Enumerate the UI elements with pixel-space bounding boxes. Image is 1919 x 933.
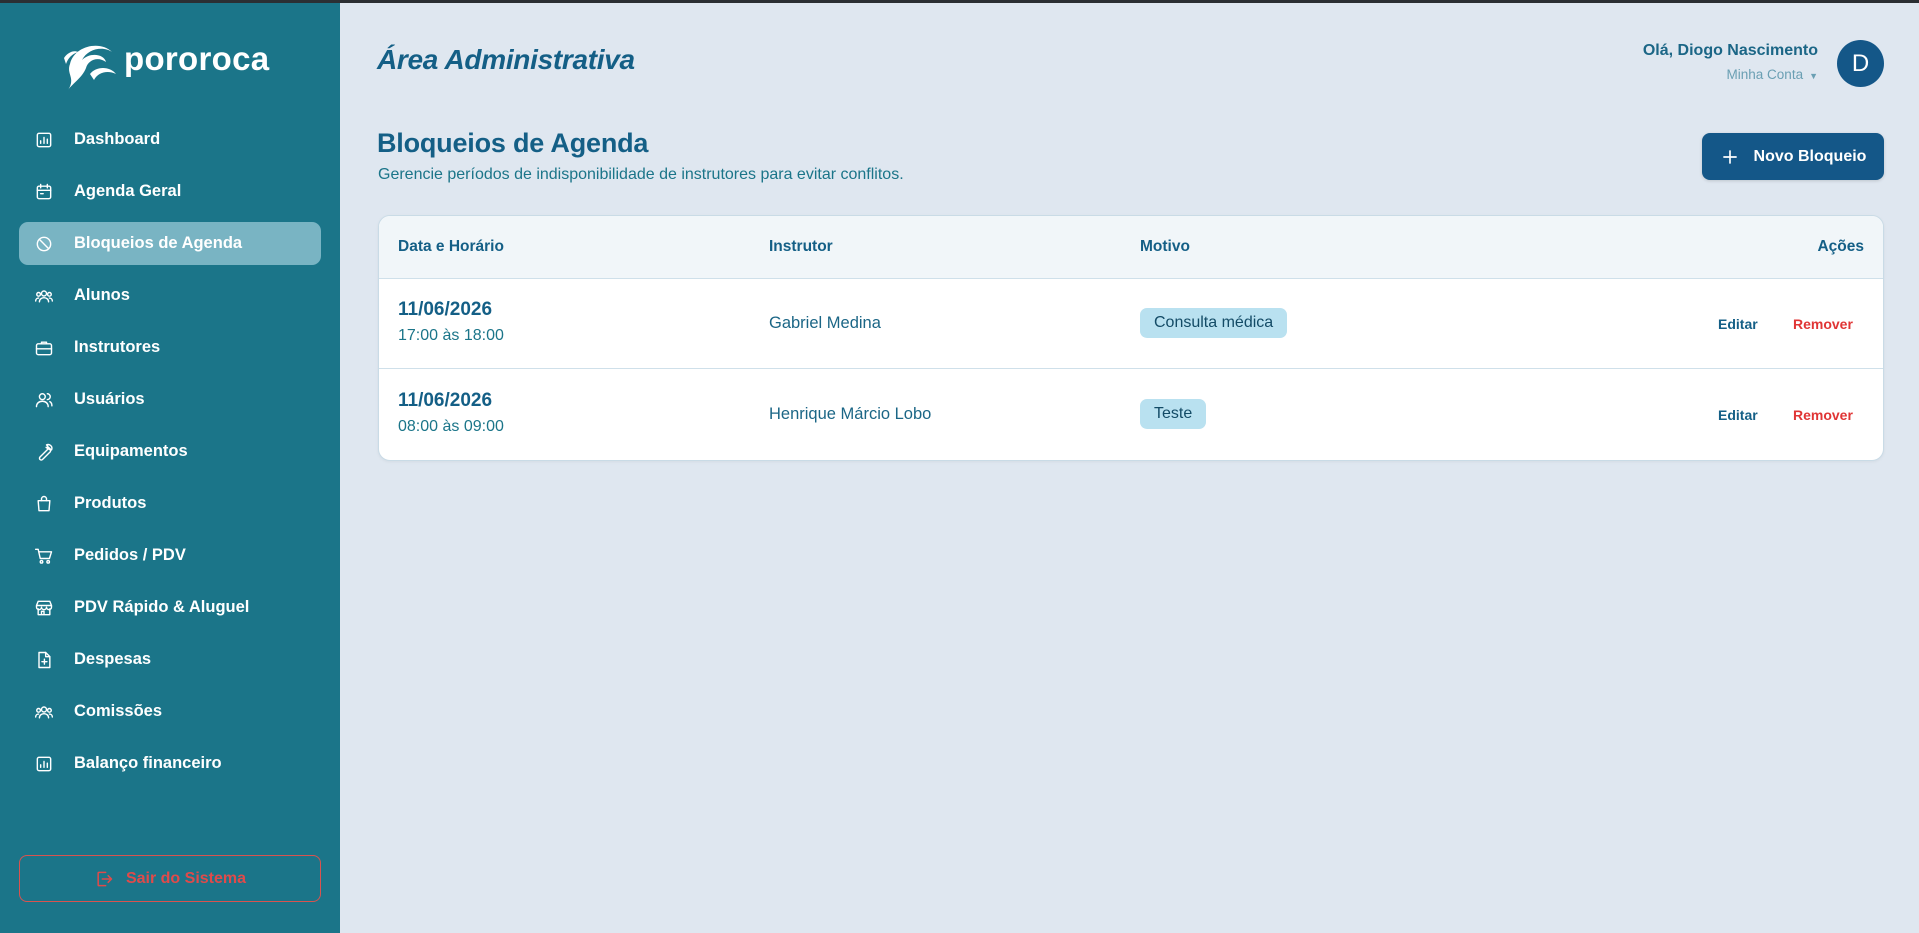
logout-button[interactable]: Sair do Sistema	[19, 855, 321, 902]
sidebar-item-comissoes[interactable]: Comissões	[19, 690, 321, 733]
reason-badge: Consulta médica	[1140, 308, 1288, 338]
logout-label: Sair do Sistema	[125, 869, 247, 887]
sidebar-item-despesas[interactable]: Despesas	[19, 638, 321, 681]
sidebar-item-pdv-rapido-aluguel[interactable]: PDV Rápido & Aluguel	[19, 586, 321, 629]
sidebar-item-usuarios[interactable]: Usuários	[19, 378, 321, 421]
shopping-bag-icon	[33, 493, 55, 515]
column-header-actions: Ações	[1817, 238, 1864, 255]
logout-icon	[97, 871, 113, 886]
edit-button[interactable]: Editar	[1718, 407, 1758, 423]
row-date: 11/06/2026	[398, 390, 493, 411]
remove-button[interactable]: Remover	[1793, 407, 1853, 423]
users-group-icon	[33, 701, 55, 723]
user-icon	[33, 389, 55, 411]
sidebar-item-dashboard[interactable]: Dashboard	[19, 118, 321, 161]
bar-chart-icon	[33, 129, 55, 151]
calendar-icon	[33, 181, 55, 203]
sidebar-item-label: Bloqueios de Agenda	[74, 234, 243, 252]
edit-button[interactable]: Editar	[1718, 316, 1758, 332]
sidebar-item-label: Equipamentos	[74, 442, 188, 460]
sidebar-item-label: PDV Rápido & Aluguel	[74, 598, 250, 616]
remove-button[interactable]: Remover	[1793, 316, 1853, 332]
user-menu[interactable]: Olá, Diogo Nascimento Minha Conta ▼	[1643, 42, 1818, 82]
wrench-icon	[33, 441, 55, 463]
sidebar-item-equipamentos[interactable]: Equipamentos	[19, 430, 321, 473]
sidebar-item-label: Alunos	[74, 286, 130, 304]
user-greeting: Olá, Diogo Nascimento	[1642, 42, 1818, 59]
briefcase-icon	[33, 337, 55, 359]
new-block-label: Novo Bloqueio	[1753, 147, 1867, 165]
brand-name: pororoca	[124, 40, 270, 77]
page-title: Bloqueios de Agenda	[377, 128, 649, 158]
window-top-border	[0, 0, 1919, 3]
sidebar-item-bloqueios-de-agenda[interactable]: Bloqueios de Agenda	[19, 222, 321, 265]
account-label: Minha Conta	[1726, 67, 1804, 82]
table-row: 11/06/2026 08:00 às 09:00 Henrique Márci…	[379, 370, 1883, 460]
sidebar-item-produtos[interactable]: Produtos	[19, 482, 321, 525]
users-group-icon	[33, 285, 55, 307]
sidebar-item-label: Comissões	[74, 702, 163, 720]
store-icon	[33, 597, 55, 619]
sidebar-item-balanco-financeiro[interactable]: Balanço financeiro	[19, 742, 321, 785]
sidebar-item-pedidos-pdv[interactable]: Pedidos / PDV	[19, 534, 321, 577]
sidebar: pororoca Dashboard Agenda Geral Bloqueio…	[0, 0, 340, 933]
cart-icon	[33, 545, 55, 567]
row-time: 17:00 às 18:00	[398, 327, 504, 344]
sidebar-nav: Dashboard Agenda Geral Bloqueios de Agen…	[19, 118, 321, 794]
column-header-date: Data e Horário	[398, 238, 504, 255]
new-block-button[interactable]: Novo Bloqueio	[1702, 133, 1884, 180]
sidebar-item-label: Instrutores	[74, 338, 161, 356]
reason-badge: Teste	[1140, 399, 1207, 429]
wave-logo-icon	[64, 45, 116, 90]
area-title: Área Administrativa	[377, 44, 635, 75]
account-dropdown[interactable]: Minha Conta ▼	[1643, 67, 1818, 82]
row-instructor: Gabriel Medina	[769, 314, 881, 332]
plus-icon	[1722, 149, 1737, 164]
row-instructor: Henrique Márcio Lobo	[769, 405, 932, 423]
sidebar-item-label: Balanço financeiro	[74, 754, 222, 772]
sidebar-item-label: Usuários	[74, 390, 145, 408]
caret-down-icon: ▼	[1809, 71, 1818, 81]
column-header-reason: Motivo	[1140, 238, 1190, 255]
blocks-table: Data e Horário Instrutor Motivo Ações 11…	[378, 215, 1884, 461]
page-subtitle: Gerencie períodos de indisponibilidade d…	[378, 166, 904, 183]
ban-icon	[33, 233, 55, 255]
column-header-instructor: Instrutor	[769, 238, 833, 255]
table-header: Data e Horário Instrutor Motivo Ações	[379, 216, 1883, 279]
sidebar-item-alunos[interactable]: Alunos	[19, 274, 321, 317]
sidebar-item-label: Dashboard	[74, 130, 161, 148]
sidebar-item-label: Produtos	[74, 494, 147, 512]
table-row: 11/06/2026 17:00 às 18:00 Gabriel Medina…	[379, 279, 1883, 369]
row-date: 11/06/2026	[398, 299, 493, 320]
sidebar-item-label: Despesas	[74, 650, 152, 668]
brand-logo[interactable]: pororoca	[60, 34, 269, 92]
sidebar-item-label: Agenda Geral	[74, 182, 182, 200]
sidebar-item-label: Pedidos / PDV	[74, 546, 186, 564]
avatar[interactable]: D	[1837, 40, 1884, 87]
bar-chart-icon	[33, 753, 55, 775]
row-time: 08:00 às 09:00	[398, 418, 504, 435]
sidebar-item-instrutores[interactable]: Instrutores	[19, 326, 321, 369]
sidebar-item-agenda-geral[interactable]: Agenda Geral	[19, 170, 321, 213]
file-plus-icon	[33, 649, 55, 671]
